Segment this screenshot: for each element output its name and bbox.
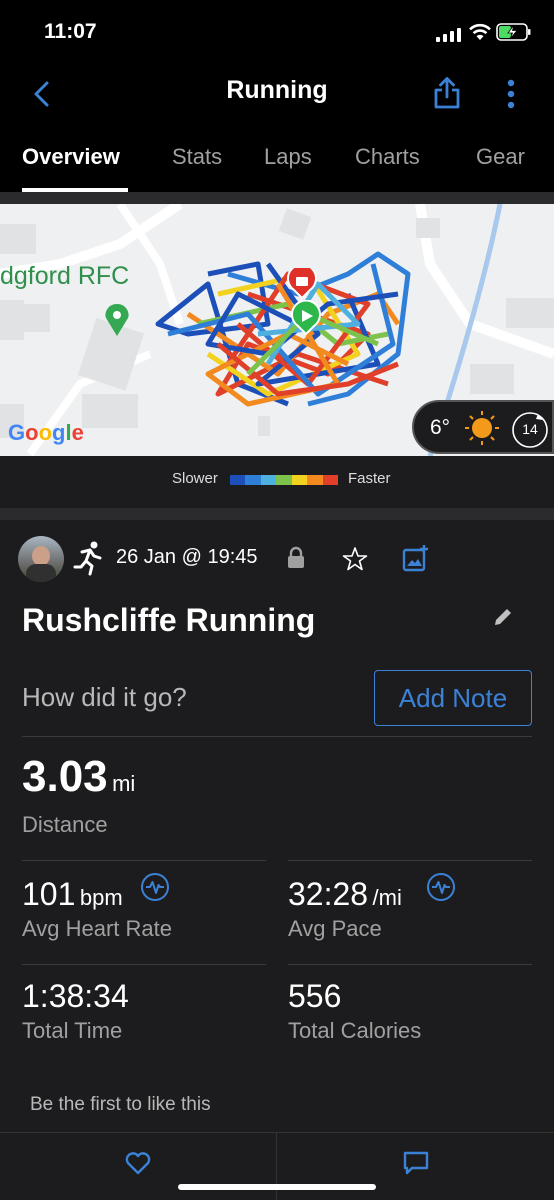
divider [22,964,266,965]
tab-overview[interactable]: Overview [22,144,120,170]
avg-pace-label: Avg Pace [288,916,382,941]
comment-icon[interactable] [402,1150,430,1176]
total-calories-value: 556 [288,978,342,1014]
avatar[interactable] [18,536,64,582]
google-logo: Google [8,420,84,445]
like-heart-icon[interactable] [124,1150,152,1176]
avg-heart-rate-stat: 101 bpm [22,876,123,913]
legend-color-segment [307,475,323,485]
avg-pace-unit: /mi [372,885,402,910]
legend-color-segment [260,475,277,485]
pace-chart-icon[interactable] [426,872,456,902]
likes-text: Be the first to like this [30,1094,211,1115]
legend-slower-label: Slower [172,470,218,487]
distance-value: 3.03 [22,752,108,801]
avg-heart-rate-value: 101 [22,876,76,912]
edit-pencil-icon[interactable] [492,606,514,628]
avg-pace-value: 32:28 [288,876,369,912]
divider [288,964,532,965]
tab-charts[interactable]: Charts [355,144,420,170]
home-indicator [178,1184,376,1190]
wind-indicator: 14 [510,410,550,450]
lock-icon[interactable] [286,546,306,570]
tab-gear[interactable]: Gear [476,144,525,170]
star-icon[interactable] [342,546,368,572]
map-place-label: dgford RFC [0,262,130,290]
running-icon [73,541,102,576]
divider [22,860,266,861]
total-calories-label: Total Calories [288,1018,422,1043]
start-marker-icon [291,300,321,336]
divider [22,736,532,737]
pace-color-scale [230,475,338,485]
battery-charging-icon [496,23,531,41]
legend-color-segment [230,475,246,485]
page-title: Running [226,76,328,104]
activity-date: 26 Jan @ 19:45 [116,546,258,568]
legend-color-segment [291,475,308,485]
status-time: 11:07 [44,20,97,43]
more-options-icon[interactable] [500,78,522,110]
weather-temperature: 6° [430,416,451,439]
tab-laps[interactable]: Laps [264,144,312,170]
section-divider [0,192,554,204]
heart-rate-chart-icon[interactable] [140,872,170,902]
avg-heart-rate-unit: bpm [79,885,123,910]
finish-marker-icon [287,268,317,300]
legend-color-segment [322,475,338,485]
route-track [155,251,411,407]
add-photo-icon[interactable] [402,544,430,572]
avg-heart-rate-label: Avg Heart Rate [22,916,173,941]
wind-speed: 14 [522,421,538,437]
avg-pace-stat: 32:28 /mi [288,876,402,913]
activity-name: Rushcliffe Running [22,602,316,638]
total-time-label: Total Time [22,1018,123,1043]
sun-icon [465,411,499,445]
note-prompt: How did it go? [22,682,187,712]
distance-label: Distance [22,812,108,837]
legend-color-segment [276,475,292,485]
wifi-icon [469,23,491,40]
signal-icon [436,26,462,42]
legend-faster-label: Faster [348,470,391,487]
total-time-value: 1:38:34 [22,978,129,1014]
divider [288,860,532,861]
section-divider [0,508,554,520]
distance-unit: mi [112,771,136,796]
legend-color-segment [245,475,261,485]
add-note-button[interactable]: Add Note [374,670,532,726]
distance-stat: 3.03 mi [22,752,135,802]
share-icon[interactable] [432,76,462,110]
tab-stats[interactable]: Stats [172,144,222,170]
